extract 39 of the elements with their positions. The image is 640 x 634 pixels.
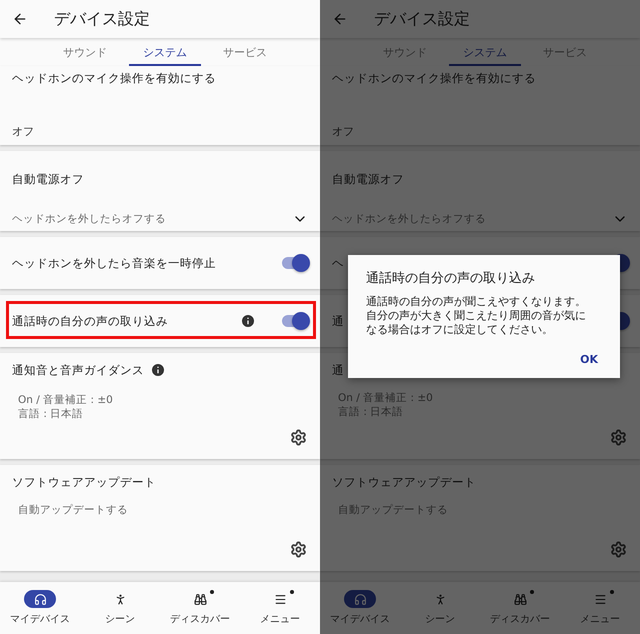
- setting-title: 通: [332, 314, 344, 328]
- screen-title: デバイス設定: [54, 8, 150, 30]
- nav-item[interactable]: ディスカバー: [160, 582, 240, 634]
- setting-detail: 自動アップデートする: [18, 503, 129, 517]
- setting-value: オフ: [12, 125, 34, 138]
- setting-title: ソフトウェアアップデート: [332, 474, 476, 490]
- setting-detail: On / 音量補正 : ±0: [18, 393, 114, 407]
- setting-title: 通: [332, 362, 344, 378]
- dialog-text: 通話時の自分の声が聞こえやすくなります。: [366, 295, 587, 309]
- nav-item[interactable]: マイデバイス: [0, 582, 80, 634]
- setting-detail: 言語 : 日本語: [18, 407, 84, 421]
- nav-item[interactable]: メニュー: [560, 582, 640, 634]
- setting-title: ヘッドホンのマイク操作を有効にする: [332, 71, 536, 85]
- setting-detail: 自動アップデートする: [338, 503, 449, 517]
- setting-title: 自動電源オフ: [332, 172, 404, 186]
- nav-item[interactable]: ディスカバー: [480, 582, 560, 634]
- nav-item[interactable]: シーン: [400, 582, 480, 634]
- dropdown-value[interactable]: ヘッドホンを外したらオフする: [12, 212, 166, 226]
- nav-item[interactable]: シーン: [80, 582, 160, 634]
- dialog-text: 自分の声が大きく聞こえたり周囲の音が気に: [366, 309, 587, 323]
- setting-detail: 言語 : 日本語: [338, 405, 404, 419]
- nav-item[interactable]: メニュー: [240, 582, 320, 634]
- setting-value: オフ: [332, 125, 354, 138]
- setting-title: 通話時の自分の声の取り込み: [12, 314, 168, 328]
- setting-title: 自動電源オフ: [12, 172, 84, 186]
- setting-title: ヘッドホンを外したら音楽を一時停止: [12, 256, 216, 270]
- tab[interactable]: サービス: [209, 40, 281, 66]
- setting-title: ヘッドホンのマイク操作を有効にする: [12, 71, 216, 85]
- dropdown-value[interactable]: ヘッドホンを外したらオフする: [332, 212, 486, 226]
- dialog-text: なる場合はオフに設定してください。: [366, 323, 554, 337]
- dialog-title: 通話時の自分の声の取り込み: [366, 270, 536, 287]
- tab[interactable]: サウンド: [49, 40, 121, 66]
- nav-item[interactable]: マイデバイス: [320, 582, 400, 634]
- ok-button[interactable]: OK: [574, 351, 604, 368]
- setting-title: ヘ: [332, 256, 344, 270]
- screen-title: デバイス設定: [374, 8, 470, 30]
- setting-title: ソフトウェアアップデート: [12, 474, 156, 490]
- setting-detail: On / 音量補正 : ±0: [338, 391, 434, 405]
- setting-title: 通知音と音声ガイダンス: [12, 362, 144, 378]
